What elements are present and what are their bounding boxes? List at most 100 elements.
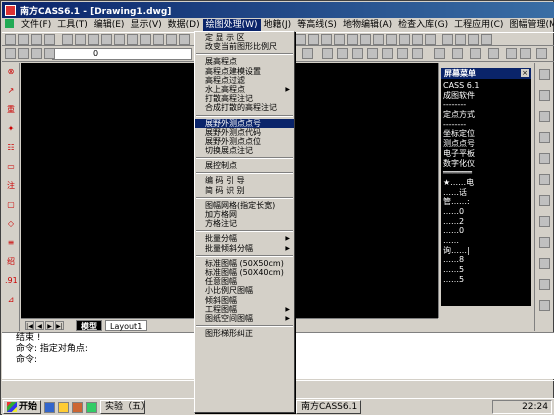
tool-icon[interactable] <box>360 34 371 45</box>
screen-menu-item[interactable]: CASS 6.1 <box>441 81 531 91</box>
tool-icon[interactable] <box>62 34 73 45</box>
draw-tool-icon[interactable] <box>520 48 531 59</box>
dropdown-item[interactable]: 倾斜图幅 <box>195 296 294 305</box>
menu-7[interactable]: 等高线(S) <box>294 19 340 32</box>
screen-menu-item[interactable]: …… <box>441 236 531 246</box>
dropdown-item[interactable]: 简 码 识 别 <box>195 186 294 195</box>
tool-icon[interactable] <box>481 34 492 45</box>
screen-menu-item[interactable]: ……8 <box>441 255 531 265</box>
draw-tool-icon[interactable] <box>488 48 499 59</box>
menu-app-icon[interactable] <box>2 18 18 32</box>
side-tool-icon[interactable] <box>539 216 550 227</box>
menu-1[interactable]: 工具(T) <box>54 19 91 32</box>
side-tool-icon[interactable] <box>539 90 550 101</box>
tool-icon[interactable] <box>442 34 453 45</box>
dropdown-item[interactable]: 标准图幅 (50X50cm) <box>195 259 294 268</box>
tool-icon[interactable] <box>425 34 436 45</box>
tool-icon[interactable] <box>373 34 384 45</box>
dropdown-item[interactable]: 改变当前图形比例尺 <box>195 42 294 51</box>
screen-menu-item[interactable]: ══════ <box>441 168 531 178</box>
left-tool-icon[interactable]: ▭ <box>5 162 17 172</box>
dropdown-item[interactable]: 图形梯形纠正 <box>195 329 294 338</box>
dropdown-item[interactable]: 水上高程点 ▶ <box>195 85 294 94</box>
side-tool-icon[interactable] <box>539 132 550 143</box>
dropdown-item[interactable]: 展野外测点代码 <box>195 128 294 137</box>
next-tab-icon[interactable]: ▶ <box>45 321 54 330</box>
screen-menu-item[interactable]: 管……: <box>441 197 531 207</box>
draw-tool-icon[interactable] <box>452 48 463 59</box>
tool-icon[interactable] <box>386 34 397 45</box>
left-tool-icon[interactable]: ▢ <box>5 200 17 210</box>
tool-icon[interactable] <box>399 34 410 45</box>
dropdown-item[interactable]: 打散高程注记 <box>195 94 294 103</box>
tab-layout1[interactable]: Layout1 <box>105 320 148 331</box>
side-tool-icon[interactable] <box>539 300 550 311</box>
menu-2[interactable]: 编辑(E) <box>91 19 128 32</box>
tool-icon[interactable] <box>153 34 164 45</box>
dropdown-item[interactable]: 图幅网格(指定长宽) <box>195 201 294 210</box>
screen-menu-item[interactable]: ……2 <box>441 217 531 227</box>
task-experiment[interactable]: 实验（五） <box>100 400 146 414</box>
menu-11[interactable]: 图幅管理(M) <box>506 19 554 32</box>
left-tool-icon[interactable]: ☷ <box>5 143 17 153</box>
first-tab-icon[interactable]: |◀ <box>25 321 34 330</box>
layer-tool-icon[interactable] <box>31 48 42 59</box>
dropdown-item[interactable]: 展高程点 <box>195 57 294 66</box>
tool-icon[interactable] <box>468 34 479 45</box>
tool-icon[interactable] <box>127 34 138 45</box>
left-tool-icon[interactable]: ⊿ <box>5 295 17 305</box>
dropdown-item[interactable]: 合成打散的高程注记 <box>195 103 294 112</box>
dropdown-item[interactable]: 定 显 示 区 <box>195 33 294 42</box>
draw-tool-icon[interactable] <box>302 48 313 59</box>
side-tool-icon[interactable] <box>539 279 550 290</box>
layer-tool-icon[interactable] <box>44 48 55 59</box>
dropdown-item[interactable]: 工程图幅 ▶ <box>195 305 294 314</box>
tool-icon[interactable] <box>321 34 332 45</box>
screen-menu-item[interactable]: 成图软件 <box>441 91 531 101</box>
dropdown-item[interactable]: 标准图幅 (50X40cm) <box>195 268 294 277</box>
left-tool-icon[interactable]: 注 <box>5 181 17 191</box>
tool-icon[interactable] <box>179 34 190 45</box>
dropdown-item[interactable]: 任意图幅 <box>195 277 294 286</box>
tool-icon[interactable] <box>166 34 177 45</box>
tool-icon[interactable] <box>5 34 16 45</box>
screen-menu-item[interactable]: -------- <box>441 120 531 130</box>
start-button[interactable]: 开始 <box>3 400 42 414</box>
screen-menu-item[interactable]: 数字化仪 <box>441 159 531 169</box>
screen-menu-item[interactable]: ……5 <box>441 275 531 285</box>
close-icon[interactable]: × <box>521 69 529 77</box>
menu-5[interactable]: 绘图处理(W) <box>202 18 261 32</box>
media-icon[interactable] <box>72 401 84 413</box>
layer-tool-icon[interactable] <box>5 48 16 59</box>
tool-icon[interactable] <box>455 34 466 45</box>
tool-icon[interactable] <box>295 34 306 45</box>
draw-tool-icon[interactable] <box>367 48 378 59</box>
prev-tab-icon[interactable]: ◀ <box>35 321 44 330</box>
tool-icon[interactable] <box>75 34 86 45</box>
screen-menu-item[interactable]: 电子平板 <box>441 149 531 159</box>
screen-menu-item[interactable]: -------- <box>441 100 531 110</box>
tab-model[interactable]: 模型 <box>76 320 102 331</box>
screen-menu-item[interactable]: ★……电 <box>441 178 531 188</box>
left-tool-icon[interactable]: ↗ <box>5 86 17 96</box>
side-tool-icon[interactable] <box>539 237 550 248</box>
draw-tool-icon[interactable] <box>337 48 348 59</box>
layer-select[interactable]: 0 <box>52 48 192 60</box>
screen-menu-item[interactable]: ……话 <box>441 188 531 198</box>
dropdown-item[interactable]: 批量分幅 ▶ <box>195 234 294 243</box>
ie-icon[interactable] <box>44 401 56 413</box>
last-tab-icon[interactable]: ▶| <box>55 321 64 330</box>
qq-icon[interactable] <box>86 401 98 413</box>
tool-icon[interactable] <box>334 34 345 45</box>
folder-icon[interactable] <box>58 401 70 413</box>
left-tool-icon[interactable]: 绍 <box>5 257 17 267</box>
tool-icon[interactable] <box>114 34 125 45</box>
layer-tool-icon[interactable] <box>18 48 29 59</box>
draw-tool-icon[interactable] <box>470 48 481 59</box>
tool-icon[interactable] <box>18 34 29 45</box>
side-tool-icon[interactable] <box>539 258 550 269</box>
task-cass[interactable]: 南方CASS6.1 - [Drawing... <box>296 400 361 414</box>
draw-tool-icon[interactable] <box>382 48 393 59</box>
menu-3[interactable]: 显示(V) <box>127 19 164 32</box>
draw-tool-icon[interactable] <box>352 48 363 59</box>
